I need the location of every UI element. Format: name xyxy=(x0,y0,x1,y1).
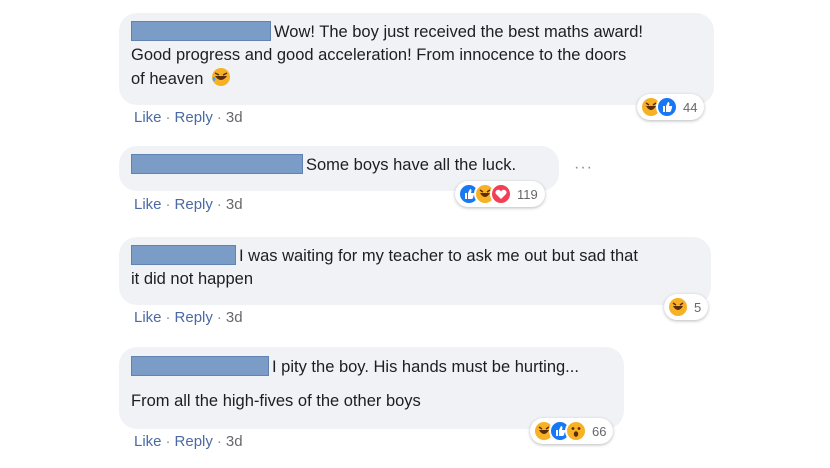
wow-icon xyxy=(565,420,587,442)
reaction-summary[interactable]: 44 xyxy=(637,94,705,120)
comment-text-line-2: it did not happen xyxy=(131,270,254,288)
comment-actions: Like · Reply · 3d xyxy=(134,309,243,326)
rofl-emoji-icon xyxy=(211,67,231,94)
reaction-count: 119 xyxy=(517,186,538,202)
comment-text-line-1: Some boys have all the luck. xyxy=(306,156,517,174)
like-link[interactable]: Like xyxy=(134,109,162,126)
separator: · xyxy=(216,109,222,126)
separator: · xyxy=(216,309,222,326)
comment-text-line-1: I pity the boy. His hands must be hurtin… xyxy=(272,358,579,376)
comment-text-line-2: From all the high-fives of the other boy… xyxy=(131,392,421,410)
comment-actions: Like · Reply · 3d xyxy=(134,196,243,213)
reaction-count: 66 xyxy=(592,423,607,439)
timestamp[interactable]: 3d xyxy=(226,433,243,450)
haha-icon xyxy=(667,296,689,318)
reaction-summary[interactable]: 66 xyxy=(530,418,614,444)
love-icon xyxy=(490,183,512,205)
reply-link[interactable]: Reply xyxy=(175,196,213,213)
separator: · xyxy=(165,196,171,213)
more-options-icon[interactable]: ··· xyxy=(574,159,593,177)
reaction-count: 44 xyxy=(683,99,698,115)
redacted-author-name[interactable] xyxy=(131,154,303,174)
redacted-author-name[interactable] xyxy=(131,21,271,41)
redacted-author-name[interactable] xyxy=(131,356,269,376)
reaction-summary[interactable]: 5 xyxy=(664,294,709,320)
like-link[interactable]: Like xyxy=(134,433,162,450)
comment-bubble: Wow! The boy just received the best math… xyxy=(119,13,714,105)
like-link[interactable]: Like xyxy=(134,196,162,213)
like-link[interactable]: Like xyxy=(134,309,162,326)
reaction-count: 5 xyxy=(694,299,702,315)
comment-actions: Like · Reply · 3d xyxy=(134,109,243,126)
comment-text-line-1: Wow! The boy just received the best math… xyxy=(274,23,643,41)
separator: · xyxy=(165,309,171,326)
comment-text-line-2: Good progress and good acceleration! Fro… xyxy=(131,46,627,64)
comment-text-line-3: of heaven xyxy=(131,70,204,88)
comment-actions: Like · Reply · 3d xyxy=(134,433,243,450)
reply-link[interactable]: Reply xyxy=(175,309,213,326)
like-icon xyxy=(656,96,678,118)
separator: · xyxy=(216,433,222,450)
redacted-author-name[interactable] xyxy=(131,245,236,265)
reply-link[interactable]: Reply xyxy=(175,109,213,126)
separator: · xyxy=(216,196,222,213)
reply-link[interactable]: Reply xyxy=(175,433,213,450)
comment-text-line-1: I was waiting for my teacher to ask me o… xyxy=(239,247,638,265)
comment-bubble: I was waiting for my teacher to ask me o… xyxy=(119,237,711,305)
timestamp[interactable]: 3d xyxy=(226,309,243,326)
reaction-summary[interactable]: 119 xyxy=(455,181,545,207)
separator: · xyxy=(165,109,171,126)
timestamp[interactable]: 3d xyxy=(226,196,243,213)
comment-bubble: I pity the boy. His hands must be hurtin… xyxy=(119,347,624,429)
timestamp[interactable]: 3d xyxy=(226,109,243,126)
separator: · xyxy=(165,433,171,450)
